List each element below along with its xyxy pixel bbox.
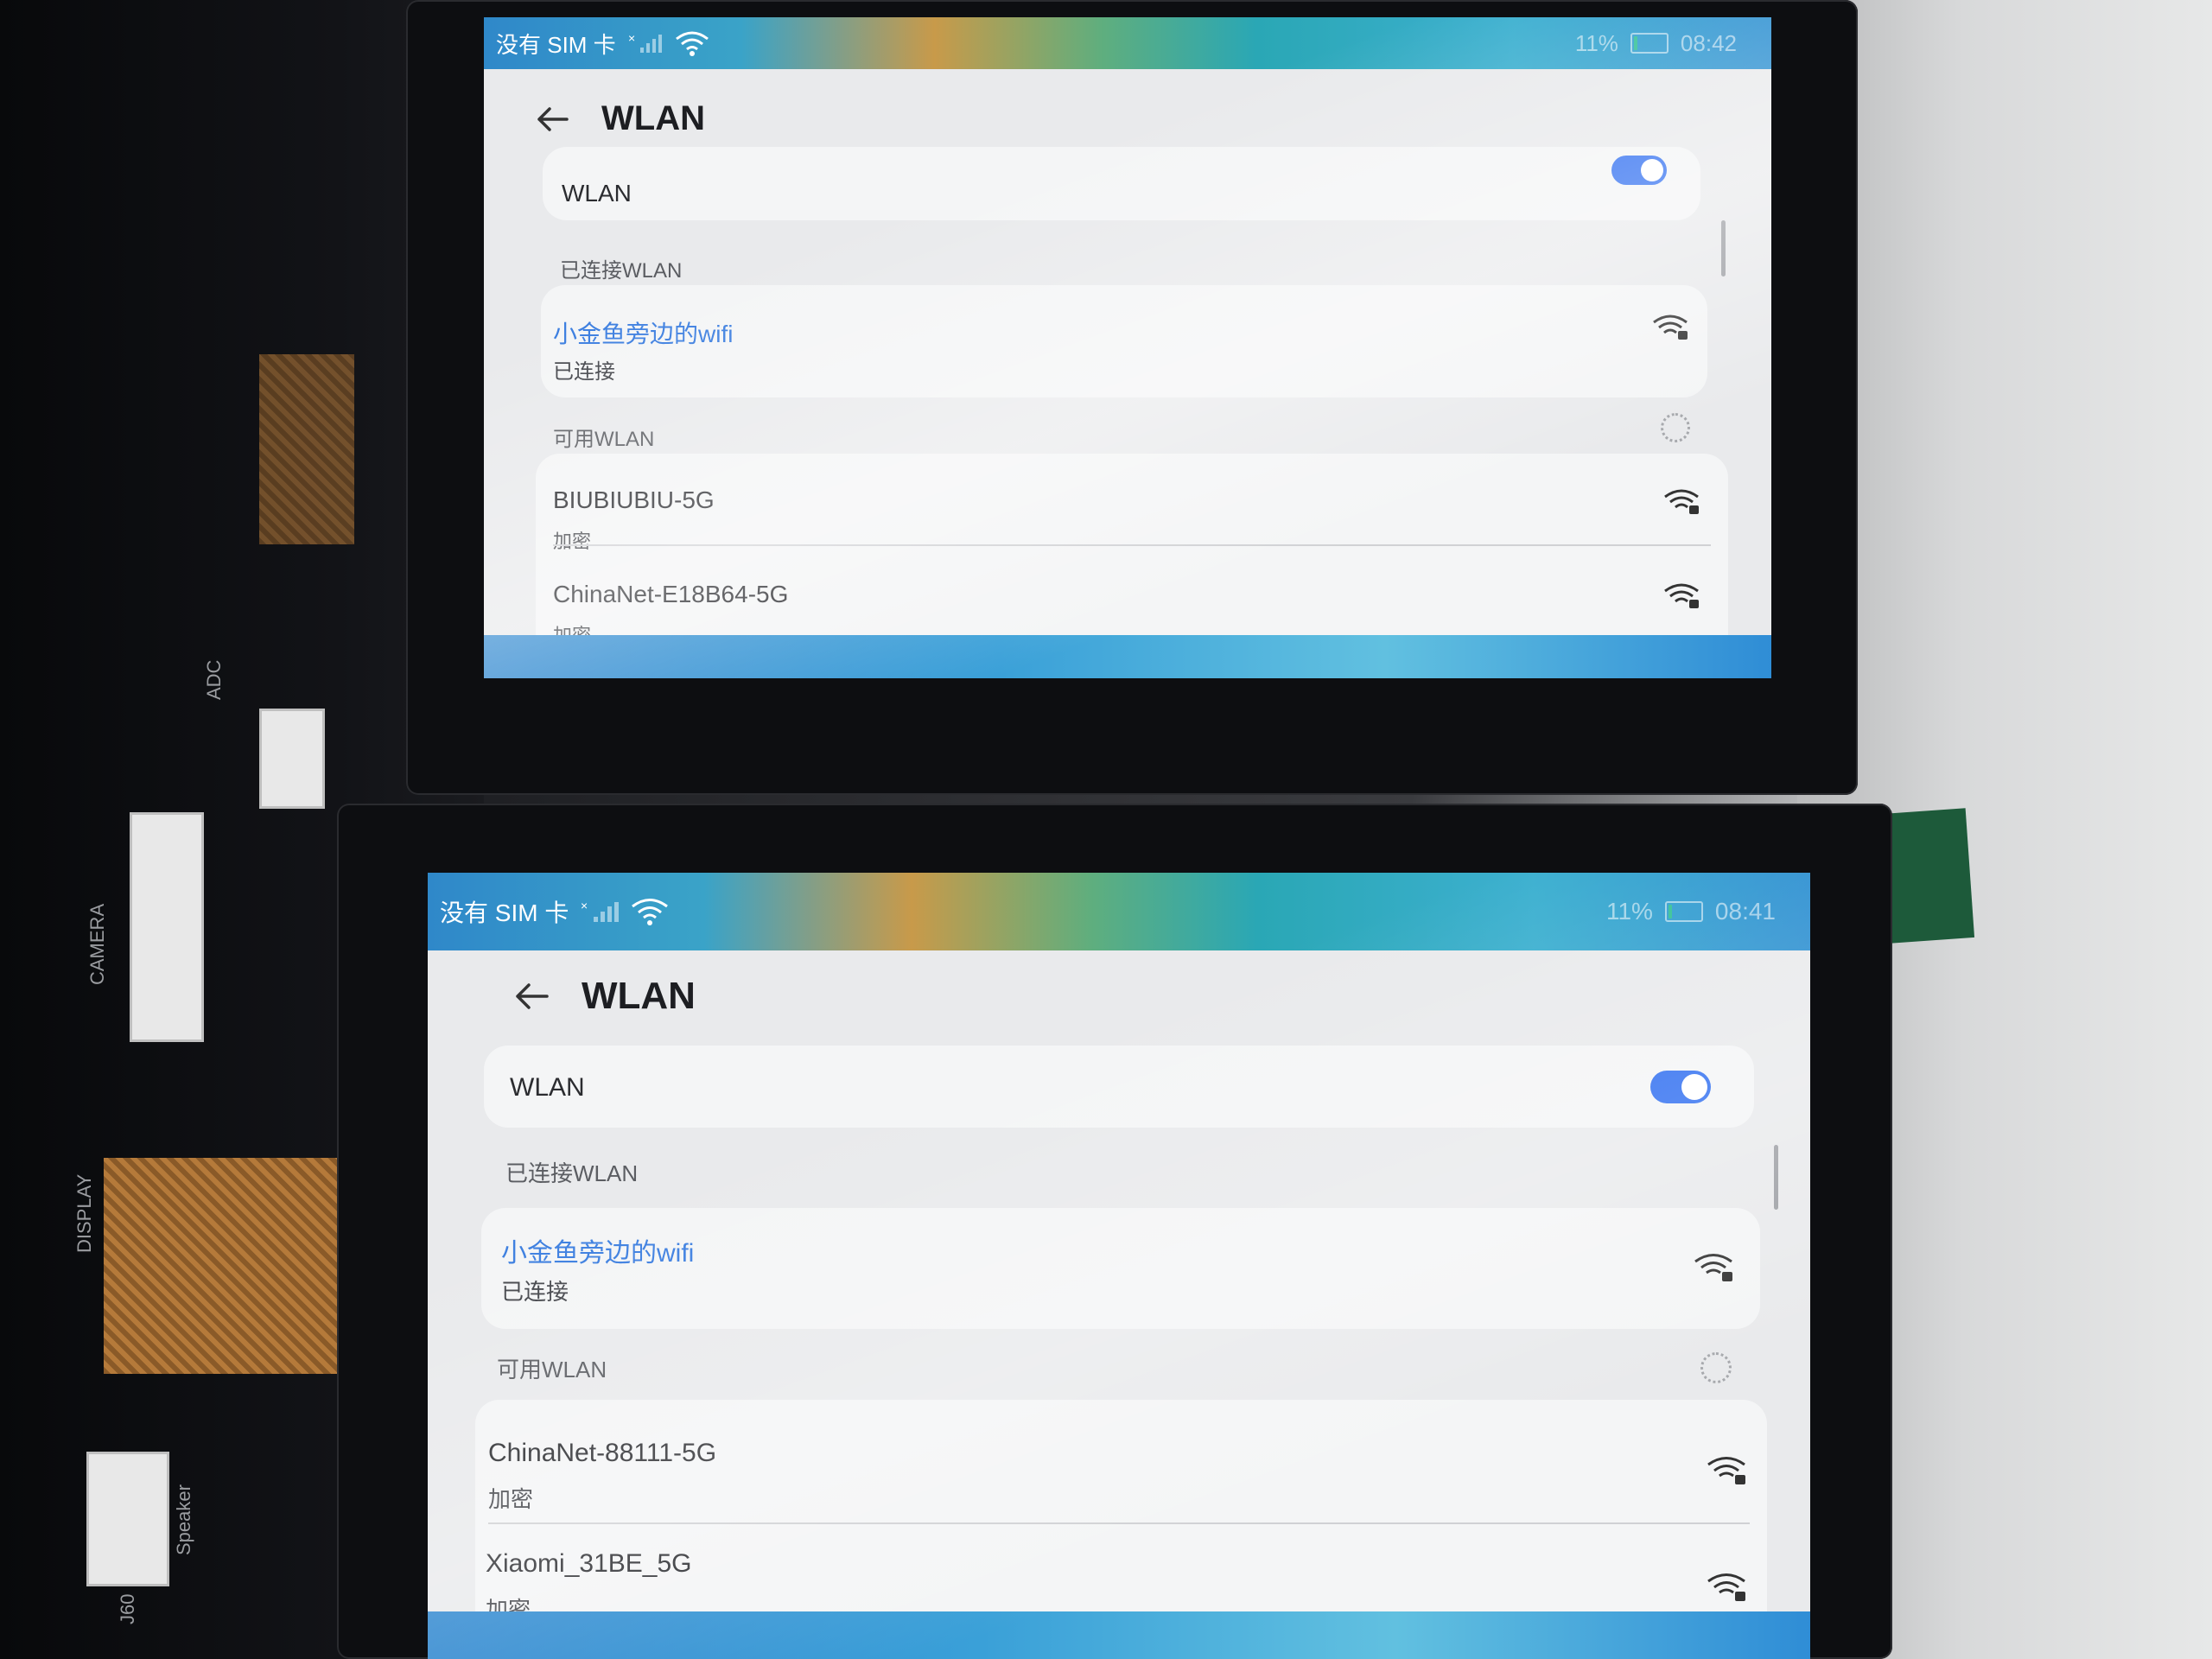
wlan-toggle-card[interactable] bbox=[484, 1046, 1754, 1128]
wlan-toggle-switch[interactable] bbox=[1650, 1071, 1711, 1103]
page-title: WLAN bbox=[601, 99, 705, 137]
page-header: WLAN bbox=[514, 975, 696, 1018]
scrollbar[interactable] bbox=[1721, 220, 1726, 276]
clock: 08:41 bbox=[1714, 898, 1776, 925]
wifi-lock-icon bbox=[1663, 582, 1700, 610]
battery-icon bbox=[1630, 33, 1669, 54]
flex-ribbon-cable bbox=[259, 354, 354, 544]
svg-text:×: × bbox=[628, 32, 635, 45]
network-ssid: ChinaNet-88111-5G bbox=[488, 1439, 717, 1467]
network-ssid: BIUBIUBIU-5G bbox=[553, 486, 715, 513]
connected-status: 已连接 bbox=[553, 360, 615, 384]
carrier-label: 没有 SIM 卡 bbox=[440, 899, 569, 926]
svg-text:×: × bbox=[581, 899, 588, 912]
available-section-title: 可用WLAN bbox=[497, 1357, 607, 1382]
board-label-adc: ADC bbox=[203, 659, 225, 700]
available-section-title: 可用WLAN bbox=[553, 428, 655, 451]
connected-section-title: 已连接WLAN bbox=[560, 259, 683, 283]
list-divider bbox=[488, 1522, 1750, 1524]
battery-icon bbox=[1664, 901, 1703, 922]
navigation-bar bbox=[484, 635, 1771, 678]
wifi-lock-icon bbox=[1694, 1253, 1733, 1282]
network-list-item[interactable]: ChinaNet-E18B64-5G 加密 bbox=[536, 546, 1728, 646]
scrollbar[interactable] bbox=[1774, 1145, 1778, 1210]
board-connector bbox=[259, 709, 325, 809]
top-screen: 没有 SIM 卡 × 11% 08:42 WLAN WLAN 已连接WLAN 小… bbox=[484, 17, 1771, 678]
connected-status: 已连接 bbox=[501, 1279, 569, 1305]
wifi-lock-icon bbox=[1663, 488, 1700, 516]
wlan-toggle-switch[interactable] bbox=[1611, 156, 1667, 185]
back-arrow-icon[interactable] bbox=[536, 105, 570, 133]
no-signal-icon: × bbox=[628, 32, 663, 54]
board-connector bbox=[130, 812, 204, 1042]
navigation-bar bbox=[428, 1611, 1810, 1659]
network-list-item[interactable]: BIUBIUBIU-5G 加密 bbox=[536, 454, 1728, 552]
status-bar: 没有 SIM 卡 × 11% 08:41 bbox=[428, 873, 1810, 950]
network-ssid: ChinaNet-E18B64-5G bbox=[553, 581, 789, 607]
back-arrow-icon[interactable] bbox=[514, 982, 550, 1011]
wifi-lock-icon bbox=[1707, 1456, 1746, 1485]
bottom-screen: 没有 SIM 卡 × 11% 08:41 WLAN WLAN 已连接WLAN 小… bbox=[428, 873, 1810, 1659]
carrier-label: 没有 SIM 卡 bbox=[496, 31, 616, 58]
page-title: WLAN bbox=[582, 975, 696, 1017]
wlan-toggle-label: WLAN bbox=[510, 1073, 585, 1102]
wifi-lock-icon bbox=[1707, 1573, 1746, 1602]
clock: 08:42 bbox=[1680, 29, 1737, 56]
network-ssid: Xiaomi_31BE_5G bbox=[486, 1549, 692, 1578]
scanning-spinner-icon bbox=[1661, 413, 1690, 442]
board-label-display: DISPLAY bbox=[73, 1173, 95, 1253]
wifi-icon bbox=[675, 30, 709, 56]
network-security: 加密 bbox=[488, 1486, 534, 1512]
wifi-icon bbox=[631, 898, 669, 925]
wlan-toggle-label: WLAN bbox=[562, 180, 632, 207]
flex-ribbon-cable bbox=[104, 1158, 354, 1374]
network-list-item[interactable]: ChinaNet-88111-5G 加密 bbox=[475, 1400, 1767, 1512]
board-label-camera: CAMERA bbox=[86, 903, 108, 985]
wifi-lock-icon bbox=[1652, 314, 1688, 341]
connected-ssid: 小金鱼旁边的wifi bbox=[501, 1239, 695, 1268]
board-label-j60: J60 bbox=[117, 1593, 138, 1624]
connected-ssid: 小金鱼旁边的wifi bbox=[553, 321, 734, 347]
board-label-speaker: Speaker bbox=[173, 1484, 194, 1555]
connected-section-title: 已连接WLAN bbox=[505, 1160, 639, 1186]
scanning-spinner-icon bbox=[1700, 1352, 1732, 1383]
battery-percent: 11% bbox=[1605, 898, 1653, 925]
toggle-knob bbox=[1681, 1074, 1707, 1100]
toggle-knob bbox=[1641, 159, 1663, 181]
board-connector bbox=[86, 1452, 169, 1586]
wlan-toggle-card[interactable] bbox=[543, 147, 1700, 220]
status-bar: 没有 SIM 卡 × 11% 08:42 bbox=[484, 17, 1771, 69]
no-signal-icon: × bbox=[581, 899, 620, 924]
page-header: WLAN bbox=[536, 99, 705, 138]
battery-percent: 11% bbox=[1574, 29, 1618, 56]
